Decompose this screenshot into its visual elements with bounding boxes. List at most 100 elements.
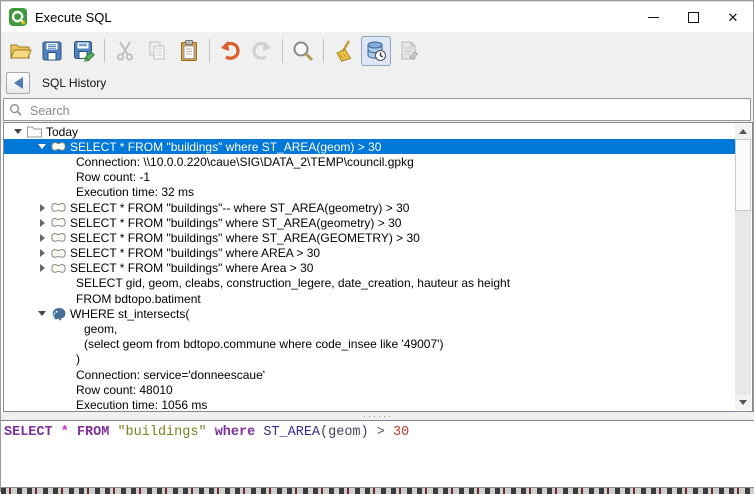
history-item-text: Execution time: 1056 ms — [74, 398, 207, 412]
undo-icon — [218, 39, 242, 63]
qgis-logo-icon — [9, 8, 27, 26]
paste-icon — [177, 39, 201, 63]
sql-token-plain — [385, 425, 393, 440]
save-button[interactable] — [37, 36, 67, 66]
scroll-down-icon — [739, 400, 747, 405]
history-item-detail[interactable]: ) — [4, 352, 735, 367]
history-item-text: Row count: 48010 — [74, 383, 173, 397]
folder-icon — [24, 124, 44, 139]
minimize-icon — [648, 17, 659, 18]
toolbar-separator — [209, 39, 210, 63]
history-item-text: Connection: service='donneescaue' — [74, 368, 265, 382]
sql-token-keyword: FROM — [77, 425, 109, 440]
history-item-detail[interactable]: geom, — [4, 321, 735, 336]
splitter-grip-icon: ······ — [363, 414, 393, 418]
tree-scrollbar[interactable] — [735, 124, 751, 410]
toolbar-separator — [323, 39, 324, 63]
collapse-arrow-icon[interactable] — [36, 249, 48, 257]
history-item-text: SELECT * FROM "buildings" where AREA > 3… — [68, 246, 320, 260]
paste-button[interactable] — [174, 36, 204, 66]
history-item-detail[interactable]: Row count: 48010 — [4, 382, 735, 397]
expand-arrow-icon[interactable] — [36, 144, 48, 149]
pane-splitter[interactable]: ······ — [1, 412, 754, 420]
history-item-text: SELECT * FROM "buildings" where ST_AREA(… — [68, 140, 381, 154]
maximize-icon — [688, 12, 699, 23]
history-item[interactable]: Today — [4, 124, 735, 139]
history-item-detail[interactable]: Connection: service='donneescaue' — [4, 367, 735, 382]
broom-icon — [332, 39, 356, 63]
undo-button[interactable] — [215, 36, 245, 66]
history-item-detail[interactable]: Connection: \\10.0.0.220\caue\SIG\DATA_2… — [4, 154, 735, 169]
sql-history-button[interactable] — [361, 36, 391, 66]
save-as-button[interactable] — [69, 36, 99, 66]
clear-button[interactable] — [329, 36, 359, 66]
open-file-button[interactable] — [5, 36, 35, 66]
sql-token-plain — [53, 425, 61, 440]
collapse-arrow-icon[interactable] — [36, 264, 48, 272]
history-item-detail[interactable]: FROM bdtopo.batiment — [4, 291, 735, 306]
geopackage-icon — [48, 200, 68, 215]
history-item-detail[interactable]: Execution time: 32 ms — [4, 185, 735, 200]
sql-history-tree: TodaySELECT * FROM "buildings" where ST_… — [3, 122, 753, 412]
expand-arrow-icon[interactable] — [36, 311, 48, 316]
history-item[interactable]: SELECT * FROM "buildings" where ST_AREA(… — [4, 215, 735, 230]
scroll-up-button[interactable] — [735, 124, 751, 139]
toolbar-separator — [282, 39, 283, 63]
back-arrow-icon — [14, 77, 23, 89]
history-item-detail[interactable]: (select geom from bdtopo.commune where c… — [4, 337, 735, 352]
sql-token-operator: > — [377, 425, 385, 440]
maximize-button[interactable] — [673, 2, 713, 32]
search-input[interactable] — [28, 100, 746, 121]
sql-token-plain: (geom) — [320, 425, 369, 440]
history-item-text: geom, — [82, 322, 117, 336]
history-item-detail[interactable]: SELECT gid, geom, cleabs, construction_l… — [4, 276, 735, 291]
sql-token-plain — [369, 425, 377, 440]
history-item-text: Row count: -1 — [74, 170, 150, 184]
toolbar-separator — [104, 39, 105, 63]
history-item-text: SELECT * FROM "buildings"-- where ST_ARE… — [68, 201, 409, 215]
history-item-text: (select geom from bdtopo.commune where c… — [82, 337, 443, 351]
geopackage-icon — [48, 139, 68, 154]
sql-token-keyword: SELECT — [4, 425, 53, 440]
geopackage-icon — [48, 230, 68, 245]
history-item-text: FROM bdtopo.batiment — [74, 292, 201, 306]
sql-token-number: 30 — [393, 425, 409, 440]
history-item-detail[interactable]: Row count: -1 — [4, 170, 735, 185]
zoom-button[interactable] — [288, 36, 318, 66]
toolbar — [1, 32, 753, 69]
history-item[interactable]: SELECT * FROM "buildings" where Area > 3… — [4, 261, 735, 276]
history-item[interactable]: SELECT * FROM "buildings"-- where ST_ARE… — [4, 200, 735, 215]
cut-icon — [113, 39, 137, 63]
history-item-text: SELECT * FROM "buildings" where ST_AREA(… — [68, 216, 401, 230]
collapse-arrow-icon[interactable] — [36, 234, 48, 242]
minimize-button[interactable] — [633, 2, 673, 32]
collapse-arrow-icon[interactable] — [36, 219, 48, 227]
search-box — [3, 98, 751, 121]
history-item[interactable]: SELECT * FROM "buildings" where AREA > 3… — [4, 246, 735, 261]
close-button[interactable]: ✕ — [713, 2, 753, 32]
geopackage-icon — [48, 215, 68, 230]
expand-arrow-icon[interactable] — [12, 129, 24, 134]
history-item-text: ) — [74, 352, 80, 366]
scroll-down-button[interactable] — [735, 395, 751, 410]
geopackage-icon — [48, 246, 68, 261]
collapse-arrow-icon[interactable] — [36, 204, 48, 212]
sql-preview-pane[interactable]: SELECT * FROM "buildings" where ST_AREA(… — [1, 420, 754, 487]
back-button[interactable] — [6, 72, 30, 94]
scrollbar-thumb[interactable] — [735, 139, 751, 211]
history-item-text: SELECT gid, geom, cleabs, construction_l… — [74, 276, 510, 290]
db-history-icon — [364, 39, 388, 63]
window-title: Execute SQL — [35, 10, 112, 25]
sql-token-string: "buildings" — [117, 425, 206, 440]
redo-icon — [250, 39, 274, 63]
copy-icon — [145, 39, 169, 63]
history-item-text: SELECT * FROM "buildings" where ST_AREA(… — [68, 231, 420, 245]
cut-button — [110, 36, 140, 66]
history-item[interactable]: WHERE st_intersects( — [4, 306, 735, 321]
history-item[interactable]: SELECT * FROM "buildings" where ST_AREA(… — [4, 139, 735, 154]
sql-token-plain — [69, 425, 77, 440]
history-item[interactable]: SELECT * FROM "buildings" where ST_AREA(… — [4, 230, 735, 245]
magnifier-icon — [291, 39, 315, 63]
script-icon — [396, 39, 420, 63]
sql-token-keyword: where — [215, 425, 256, 440]
